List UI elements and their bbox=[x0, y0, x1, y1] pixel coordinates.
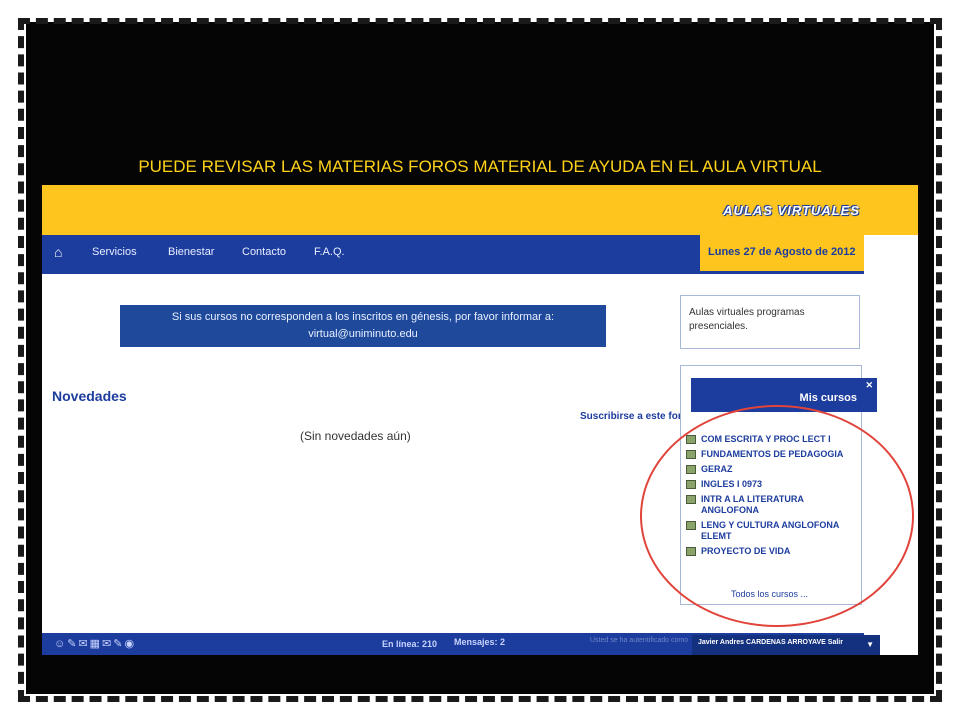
nav-item-faq[interactable]: F.A.Q. bbox=[314, 246, 345, 258]
programs-block: Aulas virtuales programas presenciales. bbox=[680, 295, 860, 349]
course-label: INGLES I 0973 bbox=[701, 479, 763, 489]
my-courses-title: Mis cursos bbox=[799, 392, 857, 404]
my-courses-header: ✕ Mis cursos bbox=[691, 378, 877, 412]
user-name: Javier Andres CARDENAS ARROYAVE Salir bbox=[698, 639, 843, 646]
nav-item-contacto[interactable]: Contacto bbox=[242, 246, 286, 258]
current-date: Lunes 27 de Agosto de 2012 bbox=[708, 246, 856, 258]
login-status-text: Usted se ha autentificado como bbox=[590, 637, 689, 644]
home-icon[interactable]: ⌂ bbox=[54, 245, 68, 259]
course-label: INTR A LA LITERATURA ANGLOFONA bbox=[701, 494, 804, 515]
brand-logo: AULAS VIRTUALES bbox=[723, 203, 860, 218]
course-item[interactable]: INGLES I 0973 bbox=[685, 479, 861, 490]
header-divider bbox=[42, 271, 864, 274]
course-label: FUNDAMENTOS DE PEDAGOGIA bbox=[701, 449, 844, 459]
lms-screenshot: AULAS VIRTUALES ⌂ Servicios Bienestar Co… bbox=[42, 185, 918, 655]
course-list: COM ESCRITA Y PROC LECT I FUNDAMENTOS DE… bbox=[685, 434, 861, 561]
nav-item-servicios[interactable]: Servicios bbox=[92, 246, 137, 258]
slide-caption: PUEDE REVISAR LAS MATERIAS FOROS MATERIA… bbox=[138, 157, 822, 176]
course-item[interactable]: INTR A LA LITERATURA ANGLOFONA bbox=[685, 494, 861, 516]
nav-item-bienestar[interactable]: Bienestar bbox=[168, 246, 214, 258]
my-courses-block: ✕ Mis cursos COM ESCRITA Y PROC LECT I F… bbox=[680, 365, 877, 605]
course-icon bbox=[686, 465, 696, 474]
date-bar: Lunes 27 de Agosto de 2012 bbox=[700, 235, 864, 271]
course-icon bbox=[686, 521, 696, 530]
course-item[interactable]: COM ESCRITA Y PROC LECT I bbox=[685, 434, 861, 445]
close-icon[interactable]: ✕ bbox=[865, 380, 873, 391]
course-icon bbox=[686, 435, 696, 444]
news-title: Novedades bbox=[52, 388, 127, 404]
course-label: GERAZ bbox=[701, 464, 733, 474]
course-icon bbox=[686, 547, 696, 556]
notice-email-link[interactable]: virtual@uniminuto.edu bbox=[120, 326, 606, 343]
subscribe-link[interactable]: Suscribirse a este foro bbox=[580, 411, 688, 422]
course-item[interactable]: FUNDAMENTOS DE PEDAGOGIA bbox=[685, 449, 861, 460]
top-header: AULAS VIRTUALES bbox=[42, 185, 918, 235]
course-label: COM ESCRITA Y PROC LECT I bbox=[701, 434, 831, 444]
course-label: LENG Y CULTURA ANGLOFONA ELEMT bbox=[701, 520, 839, 541]
course-icon bbox=[686, 450, 696, 459]
notice-text: Si sus cursos no corresponden a los insc… bbox=[171, 311, 555, 323]
course-item[interactable]: LENG Y CULTURA ANGLOFONA ELEMT bbox=[685, 520, 861, 542]
course-icon bbox=[686, 495, 696, 504]
nav-bar: ⌂ Servicios Bienestar Contacto F.A.Q. bbox=[42, 235, 700, 271]
course-item[interactable]: GERAZ bbox=[685, 464, 861, 475]
news-empty-text: (Sin novedades aún) bbox=[300, 429, 411, 443]
programs-text[interactable]: Aulas virtuales programas presenciales. bbox=[689, 307, 805, 332]
notice-banner: Si sus cursos no corresponden a los insc… bbox=[120, 305, 606, 347]
messages-count[interactable]: Mensajes: 2 bbox=[454, 637, 505, 647]
all-courses-link[interactable]: Todos los cursos ... bbox=[731, 589, 808, 599]
course-label: PROYECTO DE VIDA bbox=[701, 546, 791, 556]
chevron-down-icon[interactable]: ▼ bbox=[866, 640, 874, 649]
user-bar[interactable]: Javier Andres CARDENAS ARROYAVE Salir ▼ bbox=[692, 635, 880, 655]
toolbar-icons[interactable]: ☺✎✉▦✉✎◉ bbox=[54, 637, 136, 650]
online-count: En línea: 210 bbox=[382, 639, 438, 649]
course-icon bbox=[686, 480, 696, 489]
course-item[interactable]: PROYECTO DE VIDA bbox=[685, 546, 861, 557]
